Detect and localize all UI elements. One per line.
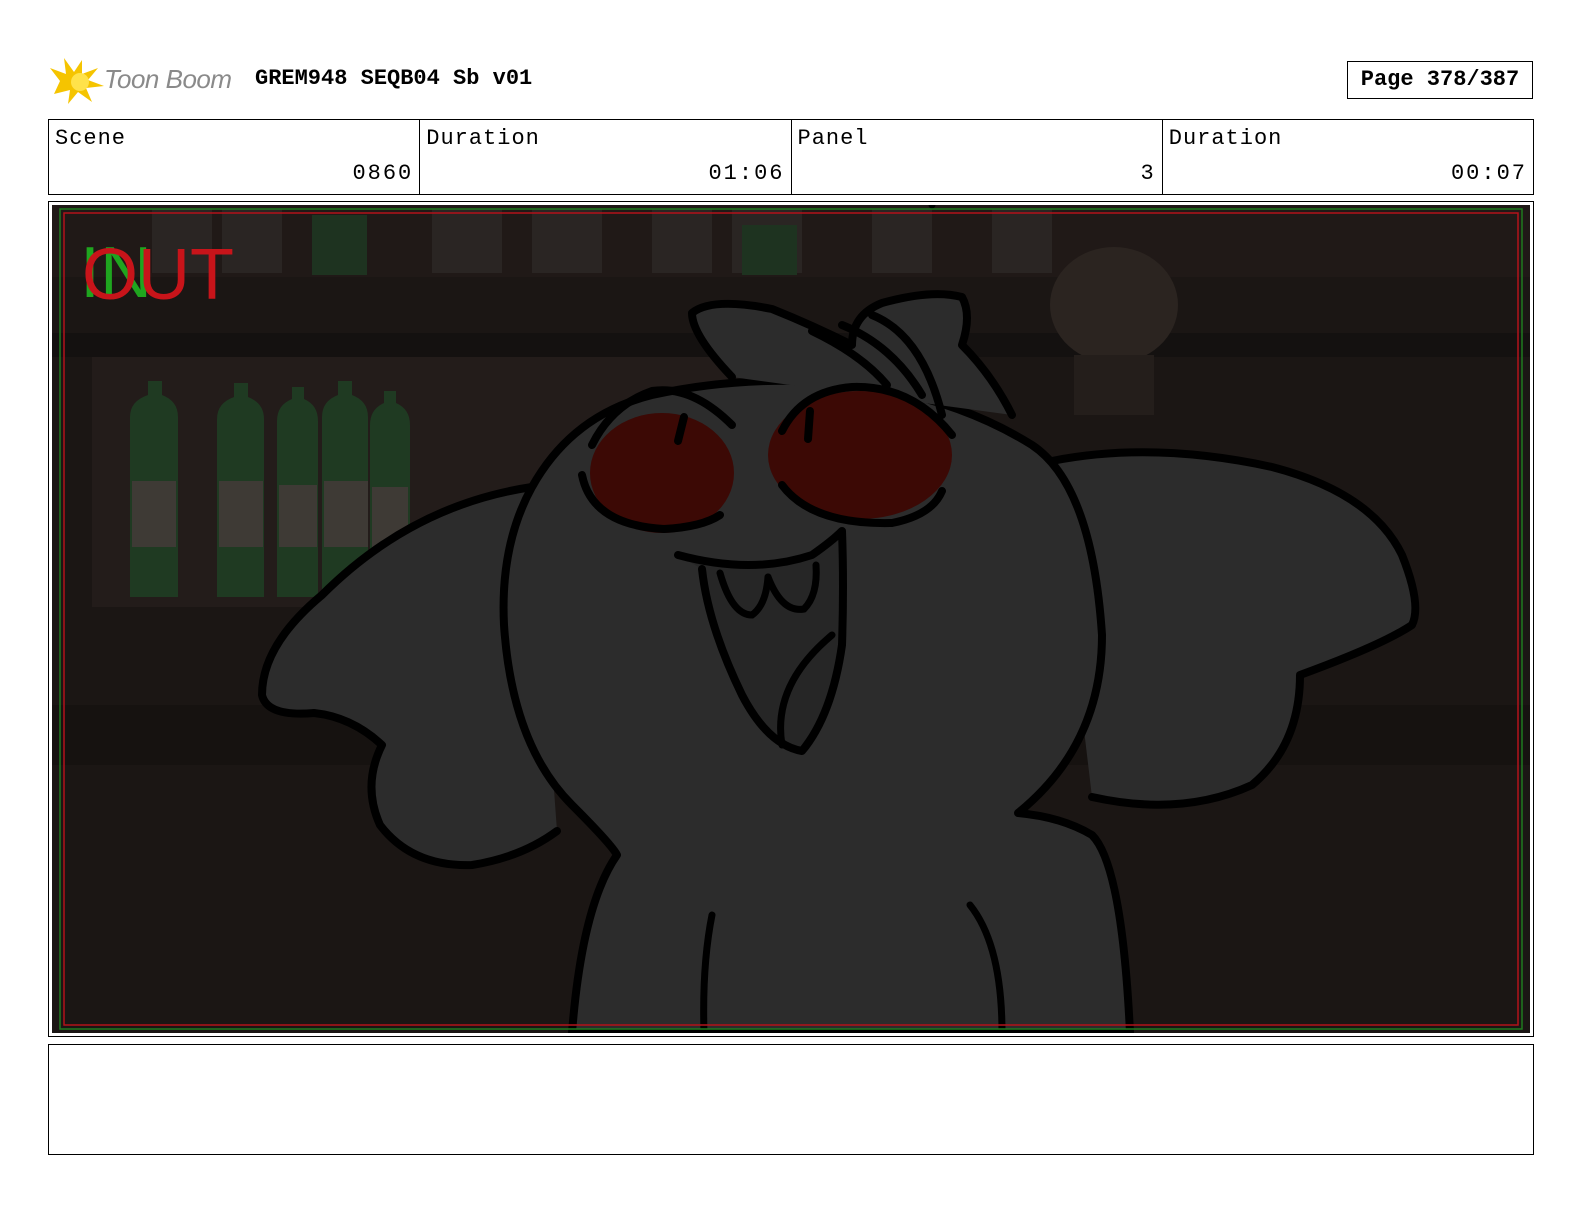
panel-drawing: IN OUT (52, 205, 1530, 1033)
info-row: Scene 0860 Duration 01:06 Panel 3 Durati… (48, 119, 1534, 195)
panel-duration-cell: Duration 00:07 (1163, 120, 1533, 194)
starburst-icon (50, 58, 104, 104)
toon-boom-logo: Toon Boom (50, 56, 240, 106)
document-title: GREM948 SEQB04 Sb v01 (255, 66, 533, 91)
panel-duration-label: Duration (1168, 126, 1283, 151)
scene-duration-label: Duration (426, 126, 540, 151)
out-mark: OUT (82, 235, 234, 315)
logo-text: Toon Boom (104, 64, 232, 94)
scene-value: 0860 (352, 161, 414, 186)
page-indicator: Page 378/387 (1347, 61, 1533, 99)
notes-box (48, 1044, 1534, 1155)
panel-cell: Panel 3 (792, 120, 1163, 194)
scene-label: Scene (55, 126, 127, 151)
panel-value: 3 (1140, 161, 1156, 186)
panel-duration-value: 00:07 (1450, 161, 1527, 186)
scene-cell: Scene 0860 (49, 120, 421, 194)
storyboard-frame: IN OUT (48, 201, 1534, 1037)
panel-label: Panel (797, 126, 869, 151)
scene-duration-cell: Duration 01:06 (420, 120, 792, 194)
scene-duration-value: 01:06 (708, 161, 785, 186)
